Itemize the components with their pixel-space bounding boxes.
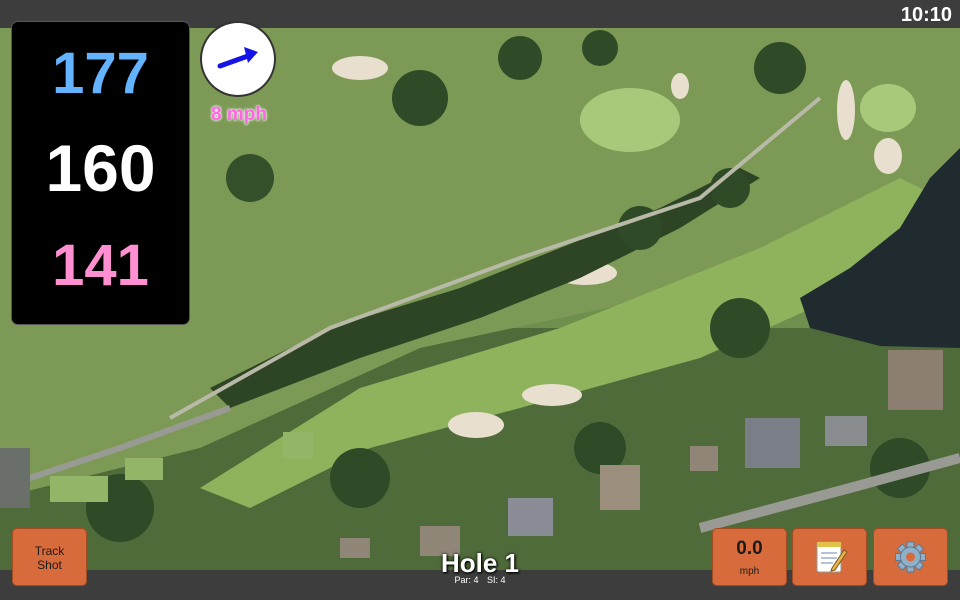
notes-button[interactable] [792,528,867,586]
status-clock: 10:10 [900,4,952,26]
speed-unit: mph [739,566,760,577]
hole-par: Par: 4 [454,575,479,585]
notepad-icon [816,541,848,573]
yardage-panel: 177 160 141 [12,22,189,324]
wind-indicator [202,23,274,95]
center-yardage: 160 [45,131,156,205]
speed-button[interactable]: 0.0 mph [712,528,787,586]
hole-info: Hole 1 Par: 4 SI: 4 [400,548,560,585]
track-shot-label-line2: Shot [37,558,62,572]
hole-details: Par: 4 SI: 4 [400,575,560,585]
hole-title: Hole 1 [440,548,520,578]
gear-icon [895,541,926,573]
back-yardage: 177 [52,41,149,106]
track-shot-label-line1: Track [34,544,65,558]
hole-si: SI: 4 [487,575,506,585]
track-shot-button[interactable]: Track Shot [12,528,87,586]
front-yardage: 141 [52,233,149,298]
wind-speed-label: 8 mph [211,104,267,125]
wind-arrow-icon [217,47,258,69]
speed-value: 0.0 [736,538,763,559]
settings-button[interactable] [873,528,948,586]
